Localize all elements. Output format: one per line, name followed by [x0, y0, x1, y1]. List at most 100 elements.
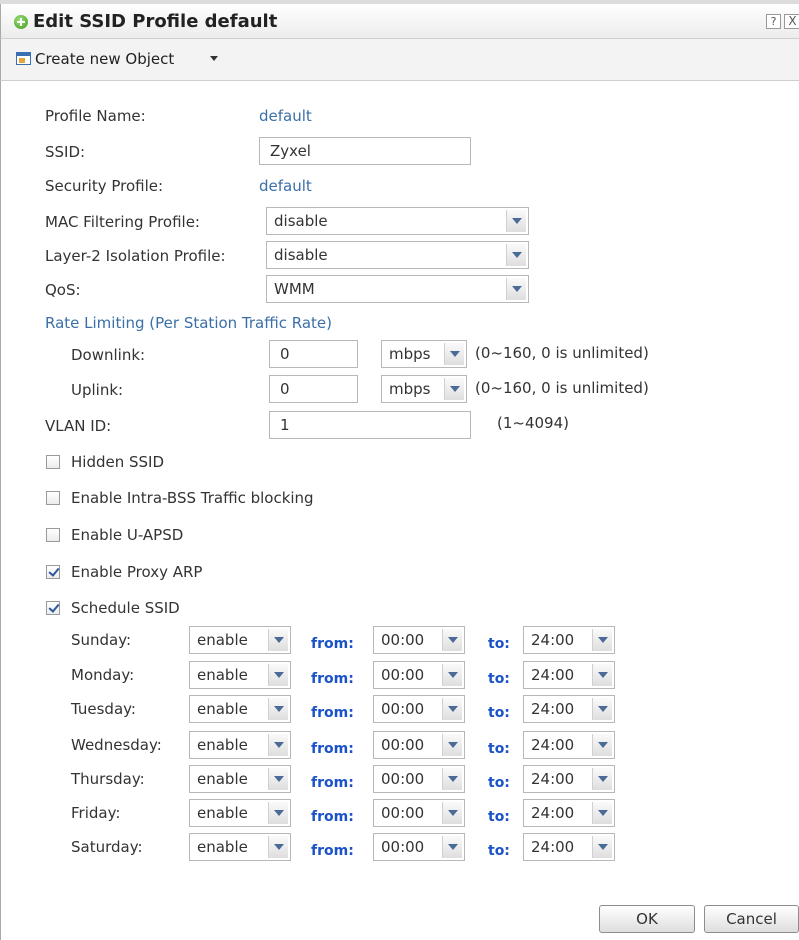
schedule-from-select[interactable]: 00:00 — [373, 833, 465, 861]
schedule-to-select[interactable]: 24:00 — [523, 731, 615, 759]
schedule-state-value: enable — [197, 666, 248, 684]
chevron-down-icon — [506, 210, 526, 232]
schedule-from-label: from: — [311, 809, 354, 825]
chevron-down-icon[interactable] — [210, 56, 218, 61]
downlink-unit-select[interactable]: mbps — [381, 340, 467, 368]
schedule-to-value: 24:00 — [531, 631, 575, 649]
layer2-isolation-select[interactable]: disable — [266, 241, 529, 269]
schedule-from-label: from: — [311, 775, 354, 791]
chevron-down-icon — [442, 836, 462, 858]
chevron-down-icon — [268, 664, 288, 686]
schedule-from-value: 00:00 — [381, 838, 425, 856]
schedule-from-label: from: — [311, 705, 354, 721]
chevron-down-icon — [592, 629, 612, 651]
schedule-state-select[interactable]: enable — [189, 765, 291, 793]
downlink-label: Downlink: — [71, 346, 146, 364]
schedule-to-label: to: — [488, 775, 510, 791]
security-profile-value[interactable]: default — [259, 177, 312, 195]
chevron-down-icon — [442, 698, 462, 720]
schedule-state-select[interactable]: enable — [189, 626, 291, 654]
schedule-day-label: Thursday: — [71, 770, 145, 788]
schedule-day-label: Monday: — [71, 666, 135, 684]
chevron-down-icon — [442, 629, 462, 651]
schedule-from-label: from: — [311, 636, 354, 652]
chevron-down-icon — [268, 836, 288, 858]
schedule-from-select[interactable]: 00:00 — [373, 731, 465, 759]
hidden-ssid-checkbox[interactable] — [46, 455, 60, 469]
uplink-unit-value: mbps — [389, 380, 431, 398]
proxy-arp-checkbox[interactable] — [46, 565, 60, 579]
cancel-button[interactable]: Cancel — [704, 905, 799, 933]
schedule-to-label: to: — [488, 741, 510, 757]
help-button[interactable]: ? — [766, 14, 781, 29]
schedule-to-select[interactable]: 24:00 — [523, 661, 615, 689]
schedule-to-label: to: — [488, 671, 510, 687]
schedule-from-select[interactable]: 00:00 — [373, 695, 465, 723]
rate-limiting-title: Rate Limiting (Per Station Traffic Rate) — [45, 314, 333, 332]
schedule-from-value: 00:00 — [381, 736, 425, 754]
schedule-from-select[interactable]: 00:00 — [373, 661, 465, 689]
uplink-input[interactable] — [269, 375, 358, 403]
downlink-input[interactable] — [269, 340, 358, 368]
schedule-to-select[interactable]: 24:00 — [523, 626, 615, 654]
schedule-to-label: to: — [488, 636, 510, 652]
schedule-to-label: to: — [488, 809, 510, 825]
schedule-to-value: 24:00 — [531, 770, 575, 788]
u-apsd-checkbox[interactable] — [46, 528, 60, 542]
schedule-state-select[interactable]: enable — [189, 833, 291, 861]
schedule-to-select[interactable]: 24:00 — [523, 799, 615, 827]
schedule-from-value: 00:00 — [381, 700, 425, 718]
intra-bss-blocking-checkbox[interactable] — [46, 491, 60, 505]
mac-filtering-label: MAC Filtering Profile: — [45, 213, 200, 231]
qos-select[interactable]: WMM — [266, 275, 529, 303]
chevron-down-icon — [592, 768, 612, 790]
schedule-state-select[interactable]: enable — [189, 695, 291, 723]
intra-bss-blocking-label: Enable Intra-BSS Traffic blocking — [71, 489, 314, 507]
chevron-down-icon — [444, 378, 464, 400]
proxy-arp-label: Enable Proxy ARP — [71, 563, 203, 581]
profile-name-value: default — [259, 107, 312, 125]
schedule-from-label: from: — [311, 671, 354, 687]
ssid-input[interactable] — [259, 137, 471, 165]
schedule-to-select[interactable]: 24:00 — [523, 695, 615, 723]
schedule-to-select[interactable]: 24:00 — [523, 765, 615, 793]
schedule-ssid-checkbox[interactable] — [46, 601, 60, 615]
object-icon — [16, 52, 31, 65]
u-apsd-label: Enable U-APSD — [71, 526, 184, 544]
schedule-from-select[interactable]: 00:00 — [373, 765, 465, 793]
schedule-state-select[interactable]: enable — [189, 731, 291, 759]
add-circle-icon — [14, 15, 28, 29]
chevron-down-icon — [592, 698, 612, 720]
schedule-state-value: enable — [197, 770, 248, 788]
mac-filtering-select[interactable]: disable — [266, 207, 529, 235]
chevron-down-icon — [268, 802, 288, 824]
chevron-down-icon — [592, 836, 612, 858]
schedule-state-select[interactable]: enable — [189, 661, 291, 689]
schedule-day-label: Wednesday: — [71, 736, 162, 754]
schedule-state-value: enable — [197, 736, 248, 754]
schedule-to-value: 24:00 — [531, 700, 575, 718]
chevron-down-icon — [268, 768, 288, 790]
uplink-label: Uplink: — [71, 381, 124, 399]
ok-button[interactable]: OK — [599, 905, 695, 933]
downlink-range-hint: (0~160, 0 is unlimited) — [475, 344, 649, 362]
chevron-down-icon — [442, 802, 462, 824]
chevron-down-icon — [268, 698, 288, 720]
schedule-to-select[interactable]: 24:00 — [523, 833, 615, 861]
create-new-object-menu[interactable]: Create new Object — [35, 50, 174, 68]
schedule-from-select[interactable]: 00:00 — [373, 626, 465, 654]
close-button[interactable]: X — [784, 14, 799, 29]
profile-name-label: Profile Name: — [45, 107, 146, 125]
schedule-from-value: 00:00 — [381, 770, 425, 788]
mac-filtering-value: disable — [274, 212, 328, 230]
schedule-from-value: 00:00 — [381, 804, 425, 822]
schedule-state-value: enable — [197, 804, 248, 822]
form-panel: Profile Name: default SSID: Security Pro… — [0, 81, 799, 940]
vlan-id-input[interactable] — [269, 411, 471, 439]
uplink-unit-select[interactable]: mbps — [381, 375, 467, 403]
chevron-down-icon — [268, 629, 288, 651]
schedule-state-select[interactable]: enable — [189, 799, 291, 827]
chevron-down-icon — [506, 278, 526, 300]
schedule-from-select[interactable]: 00:00 — [373, 799, 465, 827]
chevron-down-icon — [592, 734, 612, 756]
